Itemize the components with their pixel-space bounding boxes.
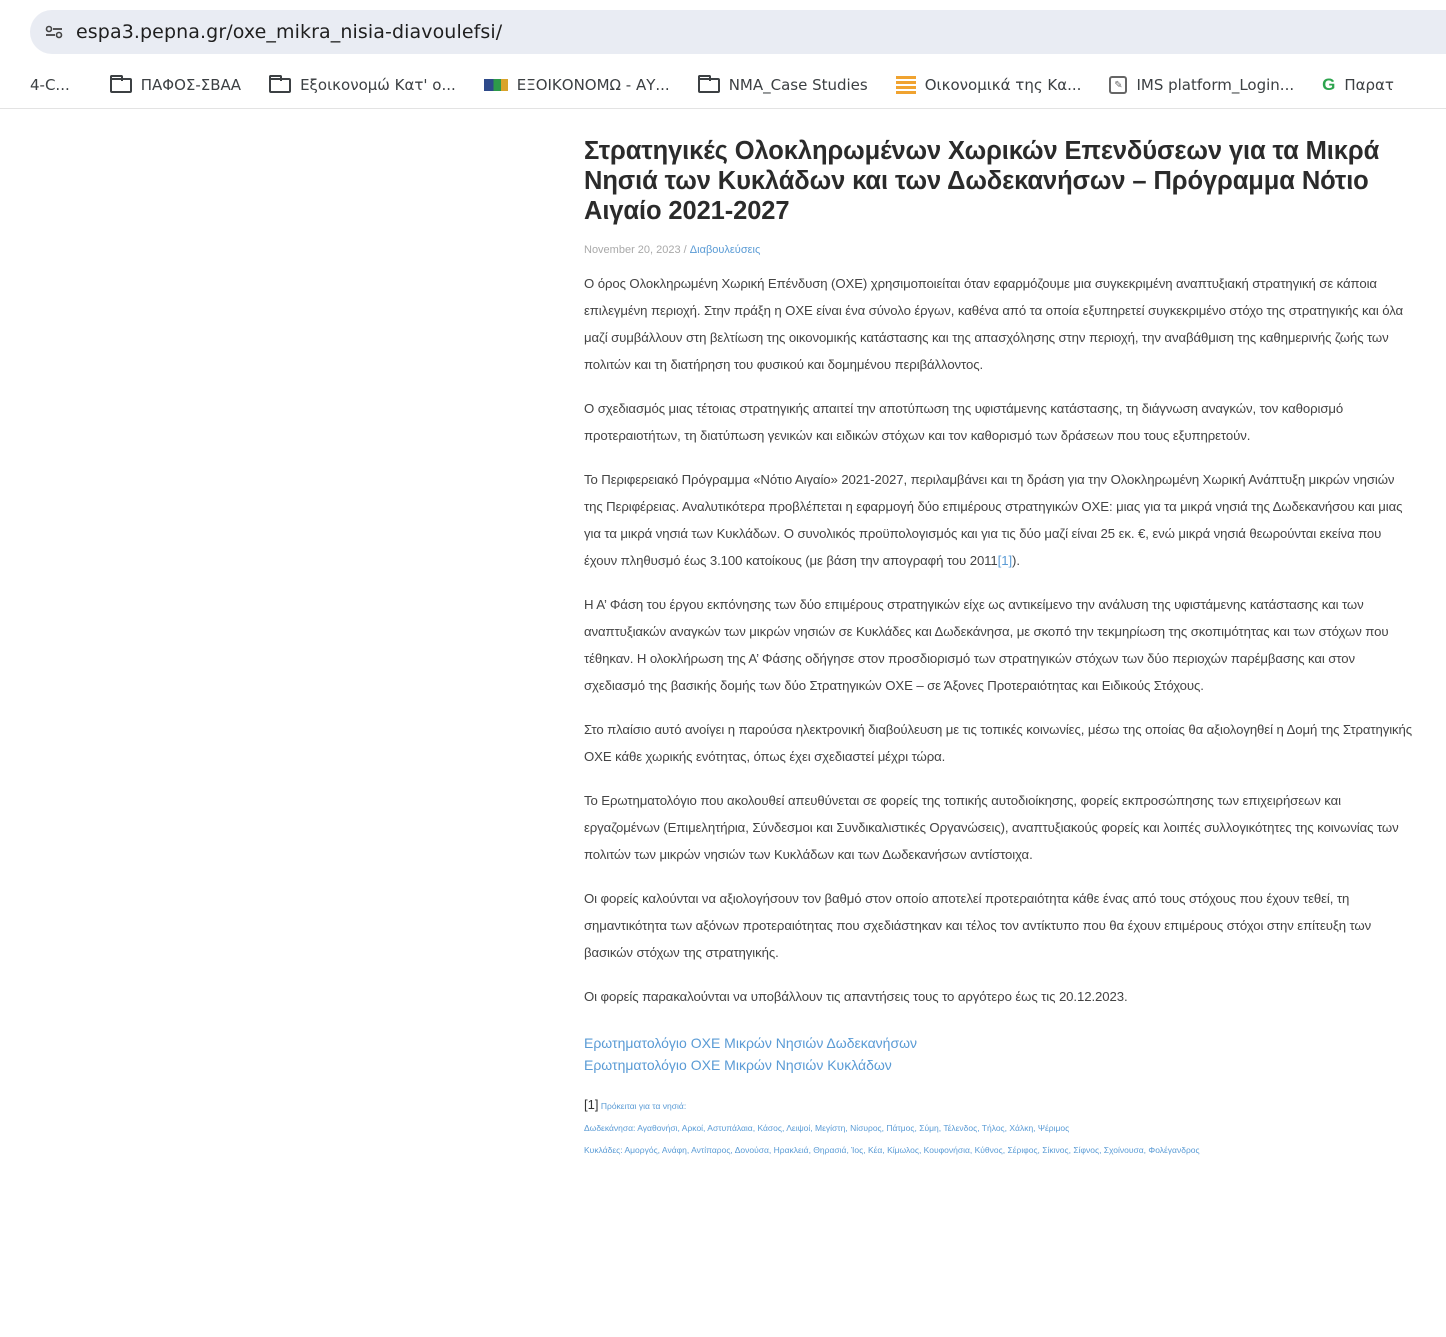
coins-icon: [895, 76, 916, 94]
bookmark-label: Οικονομικά της Κα...: [924, 76, 1082, 94]
folder-icon: [697, 74, 720, 93]
bookmark-item[interactable]: ✎ IMS platform_Login...: [1109, 76, 1294, 94]
site-info-icon[interactable]: [44, 22, 64, 42]
questionnaire-links: Ερωτηματολόγιο ΟΧΕ Μικρών Νησιών Δωδεκαν…: [584, 1032, 1414, 1076]
paragraph-text-end: ).: [1012, 553, 1020, 568]
footnote-cyclades[interactable]: Κυκλάδες: Αμοργός, Ανάφη, Αντίπαρος, Δον…: [584, 1139, 1414, 1161]
footnote-number: [1]: [584, 1097, 599, 1112]
paragraph: Οι φορείς παρακαλούνται να υποβάλλουν τι…: [584, 989, 1128, 1004]
paragraph: Το Ερωτηματολόγιο που ακολουθεί απευθύνε…: [584, 793, 1399, 862]
bookmark-label: NMA_Case Studies: [728, 76, 868, 94]
bookmark-label: ΕΞΟΙΚΟΝΟΜΩ - ΑΥ...: [516, 76, 670, 94]
post-meta: November 20, 2023 / Διαβουλεύσεις: [584, 244, 1414, 256]
paragraph: Το Περιφερειακό Πρόγραμμα «Νότιο Αιγαίο»…: [584, 466, 1414, 574]
paragraph-text: Το Περιφερειακό Πρόγραμμα «Νότιο Αιγαίο»…: [584, 472, 1403, 568]
footnote: [1] Πρόκειται για τα νησιά: Δωδεκάνησα: …: [584, 1094, 1414, 1161]
paragraph: Ο σχεδιασμός μιας τέτοιας στρατηγικής απ…: [584, 401, 1344, 443]
bookmark-label: Εξοικονομώ Κατ' ο...: [300, 76, 456, 94]
folder-icon: [109, 74, 132, 93]
paragraph: Ο όρος Ολοκληρωμένη Χωρική Επένδυση (ΟΧΕ…: [584, 276, 1404, 372]
omnibox[interactable]: espa3.pepna.gr/oxe_mikra_nisia-diavoulef…: [30, 10, 1446, 54]
bookmark-item[interactable]: Εξοικονομώ Κατ' ο...: [269, 74, 456, 94]
bookmark-label: IMS platform_Login...: [1136, 76, 1295, 94]
page-title: Στρατηγικές Ολοκληρωμένων Χωρικών Επενδύ…: [584, 137, 1380, 225]
questionnaire-link-cyclades[interactable]: Ερωτηματολόγιο ΟΧΕ Μικρών Νησιών Κυκλάδω…: [584, 1054, 1414, 1076]
page-icon: ✎: [1109, 76, 1128, 94]
bookmark-label: Παρατ: [1344, 76, 1394, 94]
url-text[interactable]: espa3.pepna.gr/oxe_mikra_nisia-diavoulef…: [76, 21, 502, 43]
bookmark-item[interactable]: G Παρατ: [1322, 75, 1394, 95]
category-link[interactable]: Διαβουλεύσεις: [690, 244, 760, 256]
footnote-intro[interactable]: Πρόκειται για τα νησιά:: [601, 1101, 686, 1111]
article: Στρατηγικές Ολοκληρωμένων Χωρικών Επενδύ…: [584, 136, 1414, 1161]
article-body: Ο όρος Ολοκληρωμένη Χωρική Επένδυση (ΟΧΕ…: [584, 270, 1414, 1010]
bookmark-item[interactable]: Οικονομικά της Κα...: [895, 76, 1082, 94]
footnote-ref-link[interactable]: [1]: [998, 553, 1012, 568]
paragraph: Οι φορείς καλούνται να αξιολογήσουν τον …: [584, 891, 1372, 960]
footnote-dodecanese[interactable]: Δωδεκάνησα: Αγαθονήσι, Αρκοί, Αστυπάλαια…: [584, 1117, 1414, 1139]
paragraph: Η Α’ Φάση του έργου εκπόνησης των δύο επ…: [584, 597, 1389, 693]
browser-address-bar: espa3.pepna.gr/oxe_mikra_nisia-diavoulef…: [0, 0, 1446, 62]
meta-separator: /: [680, 244, 690, 256]
g-icon: G: [1322, 75, 1336, 94]
bookmark-item[interactable]: 4-C...: [30, 76, 70, 94]
paragraph: Στο πλαίσιο αυτό ανοίγει η παρούσα ηλεκτ…: [584, 722, 1413, 764]
bookmark-item[interactable]: ΕΞΟΙΚΟΝΟΜΩ - ΑΥ...: [483, 76, 670, 94]
flag-icon: [483, 79, 508, 91]
bookmark-label: ΠΑΦΟΣ-ΣΒΑΑ: [140, 76, 242, 94]
bookmark-label: 4-C...: [30, 76, 70, 94]
bookmark-item[interactable]: ΠΑΦΟΣ-ΣΒΑΑ: [109, 74, 242, 94]
bookmark-item[interactable]: NMA_Case Studies: [697, 74, 868, 94]
post-date: November 20, 2023: [584, 244, 681, 256]
questionnaire-link-dodecanese[interactable]: Ερωτηματολόγιο ΟΧΕ Μικρών Νησιών Δωδεκαν…: [584, 1032, 1414, 1054]
folder-icon: [269, 74, 292, 93]
bookmarks-bar: 4-C... ΠΑΦΟΣ-ΣΒΑΑ Εξοικονομώ Κατ' ο... Ε…: [0, 62, 1446, 109]
